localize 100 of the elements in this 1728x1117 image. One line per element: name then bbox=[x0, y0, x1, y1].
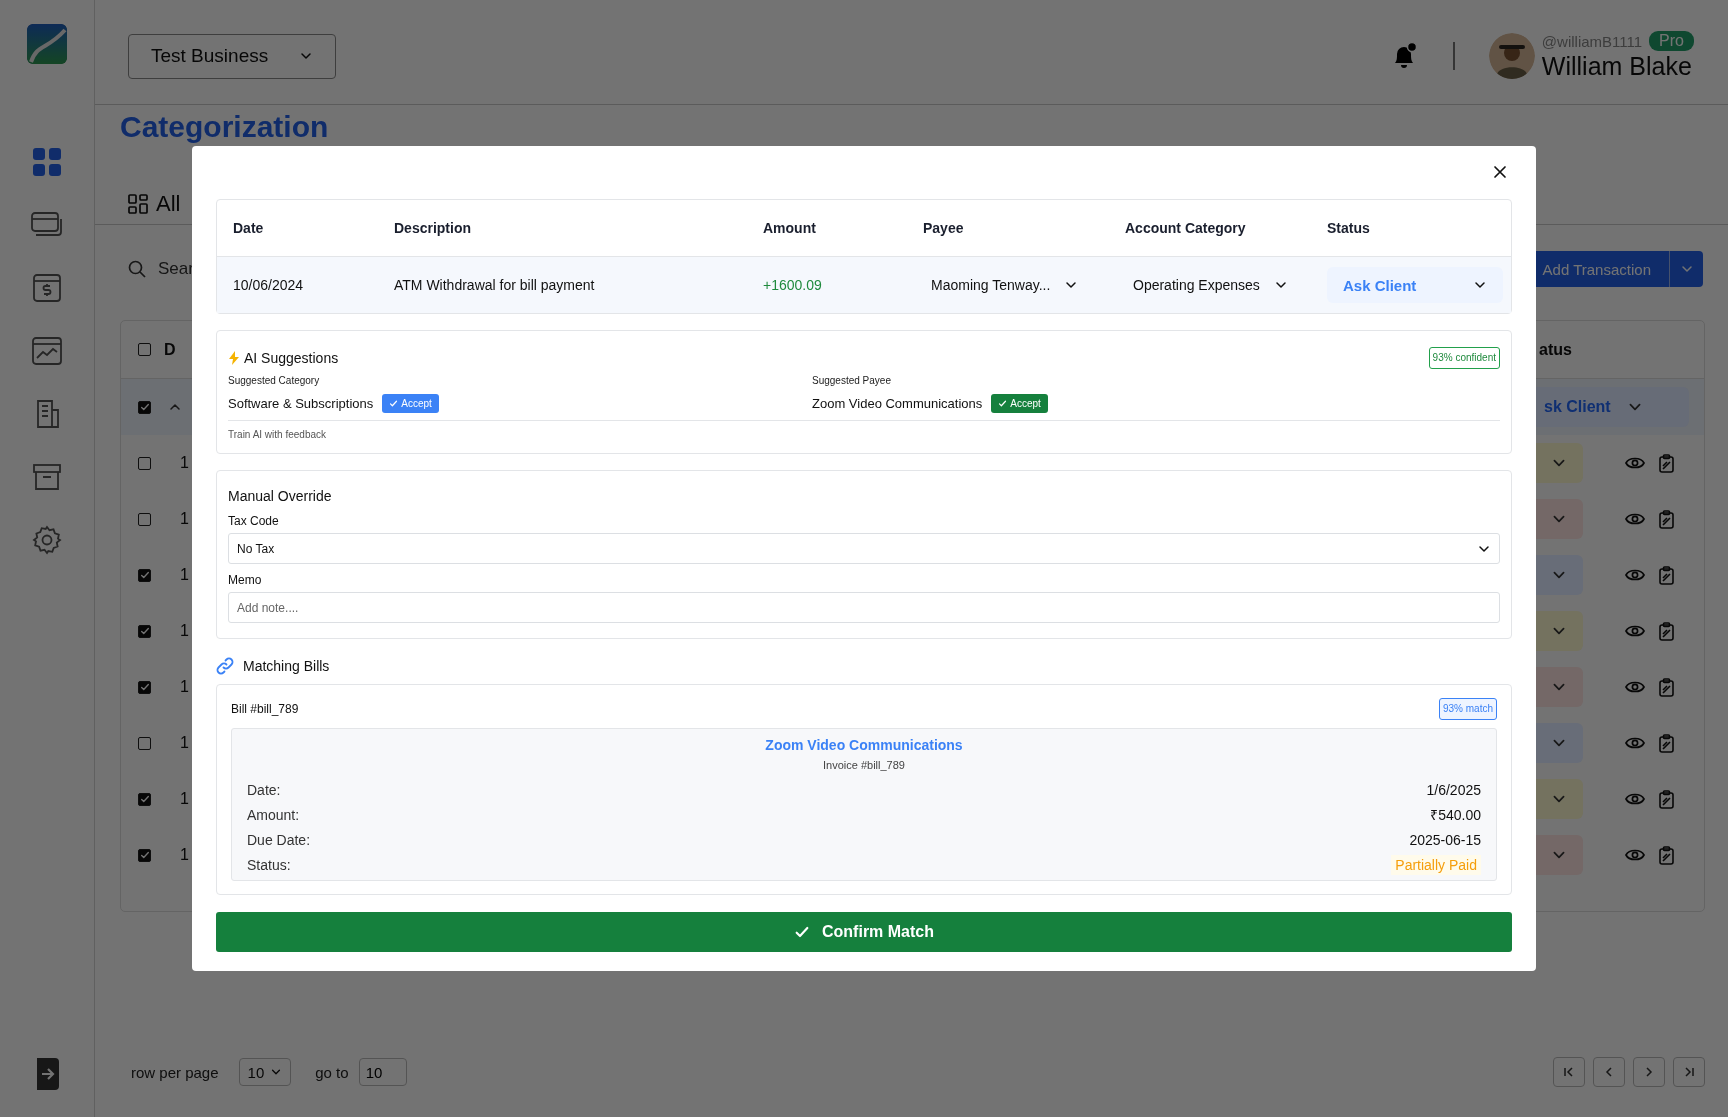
close-button[interactable] bbox=[1491, 163, 1509, 181]
detail-label: Status: bbox=[247, 856, 291, 873]
table-cell-text: 10/06/2024 bbox=[233, 277, 305, 293]
table-cell: 1 bbox=[180, 678, 189, 696]
eye-icon[interactable] bbox=[1625, 848, 1645, 862]
column-header: Description bbox=[394, 220, 472, 236]
detail-value: 2025-06-15 bbox=[1409, 831, 1481, 848]
section-title: Manual Override bbox=[228, 487, 333, 505]
clipboard-icon[interactable] bbox=[1659, 621, 1674, 641]
table-cell-text: ATM Withdrawal for bill payment bbox=[394, 277, 596, 293]
checkbox[interactable] bbox=[138, 680, 151, 694]
user-name: William Blake bbox=[1541, 51, 1693, 81]
accept-button[interactable]: Accept bbox=[382, 393, 439, 413]
checkbox[interactable] bbox=[138, 624, 151, 638]
feedback-text: Train AI with feedback bbox=[228, 429, 327, 441]
link-icon bbox=[216, 657, 234, 675]
rows-per-page-label: row per page bbox=[131, 1063, 219, 1081]
close-icon bbox=[1491, 163, 1509, 181]
all-tab[interactable]: All bbox=[128, 191, 181, 217]
check-icon bbox=[139, 570, 150, 580]
eye-icon[interactable] bbox=[1625, 792, 1645, 806]
checkbox[interactable] bbox=[138, 456, 151, 470]
search-field[interactable]: Sear bbox=[120, 259, 194, 279]
check-icon bbox=[139, 402, 150, 412]
last-page-button[interactable] bbox=[1673, 1057, 1705, 1087]
search-icon bbox=[128, 260, 146, 278]
checkbox[interactable] bbox=[138, 400, 151, 414]
column-header: atus bbox=[1539, 340, 1573, 359]
category-dropdown[interactable]: Operating Expenses bbox=[1125, 276, 1294, 294]
checkbox[interactable] bbox=[138, 736, 151, 750]
first-page-button[interactable] bbox=[1553, 1057, 1585, 1087]
memo-field[interactable]: Add note.... bbox=[228, 592, 1500, 623]
page-title: Categorization bbox=[120, 110, 330, 144]
field-label: Memo bbox=[228, 573, 263, 587]
grid-icon bbox=[128, 194, 148, 214]
clipboard-icon[interactable] bbox=[1659, 733, 1674, 753]
clipboard-icon[interactable] bbox=[1659, 789, 1674, 809]
check-icon bbox=[139, 850, 150, 860]
bell-icon[interactable] bbox=[1395, 47, 1414, 68]
checkbox[interactable] bbox=[138, 512, 151, 526]
eye-icon[interactable] bbox=[1625, 736, 1645, 750]
business-dropdown[interactable]: Test Business bbox=[128, 33, 336, 79]
page-size-dropdown[interactable]: 10 bbox=[238, 1058, 292, 1086]
table-cell: 1 bbox=[180, 454, 189, 472]
logout-icon[interactable] bbox=[34, 1057, 60, 1091]
section-title: AI Suggestions bbox=[244, 349, 339, 367]
table-cell: 1 bbox=[180, 790, 189, 808]
eye-icon[interactable] bbox=[1625, 624, 1645, 638]
detail-label: Date: bbox=[247, 781, 281, 798]
clipboard-icon[interactable] bbox=[1659, 677, 1674, 697]
status-badge: Partially Paid bbox=[1391, 854, 1481, 875]
detail-value: ₹540.00 bbox=[1430, 806, 1481, 824]
bill-title: Bill #bill_789 bbox=[231, 701, 299, 718]
check-icon bbox=[389, 398, 399, 408]
vendor-name: Zoom Video Communications bbox=[765, 736, 963, 754]
check-icon bbox=[139, 626, 150, 636]
detail-label: Due Date: bbox=[247, 831, 311, 848]
confirm-match-button[interactable]: Confirm Match bbox=[216, 912, 1512, 952]
amount-cell-text: +1600.09 bbox=[763, 277, 823, 293]
table-cell: 1 bbox=[180, 734, 189, 752]
clipboard-icon[interactable] bbox=[1659, 509, 1674, 529]
column-header: Amount bbox=[763, 220, 817, 236]
table-cell: 1 bbox=[180, 846, 189, 864]
section-title: Matching Bills bbox=[243, 657, 330, 675]
checkbox[interactable] bbox=[138, 568, 151, 582]
checkbox[interactable] bbox=[138, 343, 151, 356]
column-header: D bbox=[164, 340, 176, 359]
checkbox[interactable] bbox=[138, 848, 151, 862]
eye-icon[interactable] bbox=[1625, 512, 1645, 526]
check-icon bbox=[139, 682, 150, 692]
checkbox[interactable] bbox=[138, 792, 151, 806]
suggestion-label: Suggested Payee bbox=[812, 374, 892, 387]
chevron-left-icon bbox=[1603, 1066, 1615, 1078]
status-dropdown[interactable]: Ask Client bbox=[1327, 267, 1503, 303]
logo-icon bbox=[27, 24, 67, 64]
check-icon bbox=[139, 794, 150, 804]
clipboard-icon[interactable] bbox=[1659, 845, 1674, 865]
detail-label: Amount: bbox=[247, 806, 300, 823]
go-to-field[interactable]: 10 bbox=[358, 1058, 407, 1086]
accept-button[interactable]: Accept bbox=[991, 393, 1048, 413]
suggestion-label: Suggested Category bbox=[228, 374, 321, 387]
avatar[interactable] bbox=[1488, 33, 1535, 79]
check-icon bbox=[794, 924, 810, 940]
eye-icon[interactable] bbox=[1625, 568, 1645, 582]
suggestion-value: Zoom Video Communications bbox=[812, 395, 983, 411]
eye-icon[interactable] bbox=[1625, 456, 1645, 470]
confidence-badge: 93% confident bbox=[1428, 347, 1500, 369]
first-page-icon bbox=[1563, 1066, 1575, 1078]
suggestion-value: Software & Subscriptions bbox=[228, 395, 374, 411]
payee-dropdown[interactable]: Maoming Tenway... bbox=[923, 276, 1085, 294]
invoice-number: Invoice #bill_789 bbox=[823, 758, 905, 772]
eye-icon[interactable] bbox=[1625, 680, 1645, 694]
table-cell: 1 bbox=[180, 566, 189, 584]
go-to-label: go to bbox=[315, 1063, 349, 1081]
column-header: Status bbox=[1327, 220, 1371, 236]
clipboard-icon[interactable] bbox=[1659, 565, 1674, 585]
field-label: Tax Code bbox=[228, 514, 280, 528]
clipboard-icon[interactable] bbox=[1659, 453, 1674, 473]
tax-code-dropdown[interactable]: No Tax bbox=[228, 533, 1500, 564]
table-cell: 1 bbox=[180, 622, 189, 640]
